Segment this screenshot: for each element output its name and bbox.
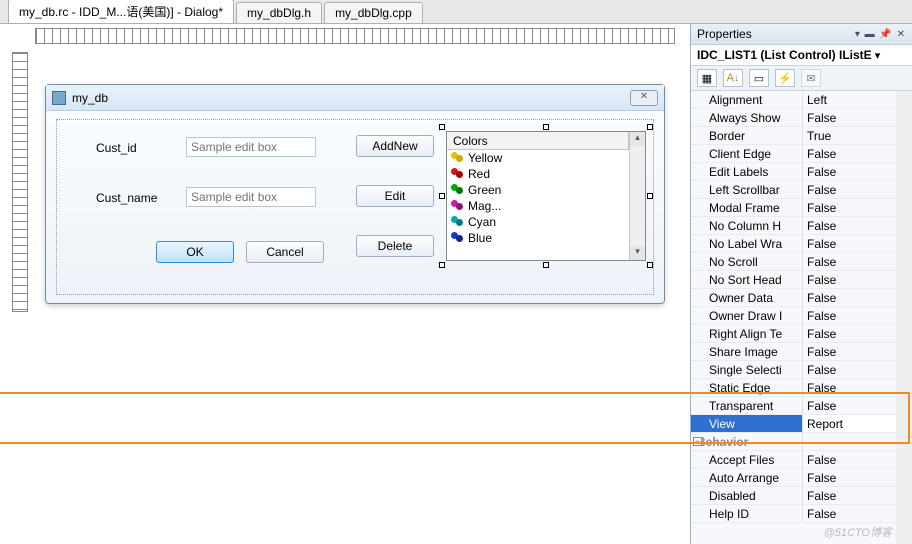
property-name: Alignment: [691, 91, 803, 108]
property-name: Edit Labels: [691, 163, 803, 180]
color-swatch-icon: [451, 232, 465, 244]
property-name: Accept Files: [691, 451, 803, 468]
property-row[interactable]: No Column HFalse: [691, 217, 912, 235]
properties-page-icon[interactable]: ▭: [749, 69, 769, 87]
dialog-titlebar[interactable]: my_db ✕: [46, 85, 664, 111]
list-item[interactable]: Cyan: [447, 214, 629, 230]
dialog-icon: [52, 91, 66, 105]
categorized-icon[interactable]: ▦: [697, 69, 717, 87]
dialog-title-text: my_db: [72, 91, 108, 105]
properties-scrollbar[interactable]: [896, 91, 912, 544]
property-row[interactable]: DisabledFalse: [691, 487, 912, 505]
events-icon[interactable]: ⚡: [775, 69, 795, 87]
property-name: Always Show: [691, 109, 803, 126]
property-name: Right Align Te: [691, 325, 803, 342]
property-row[interactable]: Share ImageFalse: [691, 343, 912, 361]
dialog-close-button[interactable]: ✕: [630, 90, 658, 106]
properties-grid[interactable]: AlignmentLeftAlways ShowFalseBorderTrueC…: [691, 91, 912, 544]
properties-panel: Properties ▾ ▬ 📌 ✕ IDC_LIST1 (List Contr…: [690, 24, 912, 544]
property-name: Client Edge: [691, 145, 803, 162]
properties-title: Properties: [697, 27, 752, 41]
scroll-up-icon[interactable]: ▴: [630, 132, 645, 146]
property-name: No Sort Head: [691, 271, 803, 288]
ok-button[interactable]: OK: [156, 241, 234, 263]
label-cust-id: Cust_id: [96, 141, 137, 155]
property-name: No Scroll: [691, 253, 803, 270]
color-swatch-icon: [451, 184, 465, 196]
list-item[interactable]: Mag...: [447, 198, 629, 214]
property-row[interactable]: Single SelectiFalse: [691, 361, 912, 379]
property-name: No Label Wra: [691, 235, 803, 252]
list-item[interactable]: Green: [447, 182, 629, 198]
label-cust-name: Cust_name: [96, 191, 157, 205]
cancel-button[interactable]: Cancel: [246, 241, 324, 263]
tab-dialog[interactable]: my_db.rc - IDD_M...语(美国)] - Dialog*: [8, 0, 234, 23]
property-name: Auto Arrange: [691, 469, 803, 486]
list-item[interactable]: Yellow: [447, 150, 629, 166]
property-row[interactable]: Accept FilesFalse: [691, 451, 912, 469]
highlight-annotation: [0, 392, 910, 444]
property-row[interactable]: Modal FrameFalse: [691, 199, 912, 217]
property-row[interactable]: Client EdgeFalse: [691, 145, 912, 163]
property-name: Owner Draw I: [691, 307, 803, 324]
property-name: Owner Data: [691, 289, 803, 306]
edit-button[interactable]: Edit: [356, 185, 434, 207]
property-name: No Column H: [691, 217, 803, 234]
delete-button[interactable]: Delete: [356, 235, 434, 257]
list-control[interactable]: Colors Yellow Red Green Mag... Cyan Blue…: [446, 131, 646, 261]
properties-selection-combo[interactable]: IDC_LIST1 (List Control) IListE ▾: [691, 45, 912, 66]
alphabetical-icon[interactable]: A↓: [723, 69, 743, 87]
dialog-window[interactable]: my_db ✕ Cust_id Cust_name AddNew Edit De…: [45, 84, 665, 304]
tab-header-file[interactable]: my_dbDlg.h: [236, 2, 322, 23]
property-name: Share Image: [691, 343, 803, 360]
property-row[interactable]: Auto ArrangeFalse: [691, 469, 912, 487]
property-row[interactable]: No Label WraFalse: [691, 235, 912, 253]
watermark: @51CTO博客: [824, 524, 892, 540]
color-swatch-icon: [451, 168, 465, 180]
property-row[interactable]: Edit LabelsFalse: [691, 163, 912, 181]
property-row[interactable]: No ScrollFalse: [691, 253, 912, 271]
list-header[interactable]: Colors: [447, 132, 629, 150]
ruler-horizontal: [35, 28, 675, 44]
property-name: Border: [691, 127, 803, 144]
document-tabs: my_db.rc - IDD_M...语(美国)] - Dialog* my_d…: [0, 0, 912, 24]
list-scrollbar[interactable]: ▴ ▾: [629, 132, 645, 260]
ruler-vertical: [12, 52, 28, 312]
list-item[interactable]: Red: [447, 166, 629, 182]
property-name: Disabled: [691, 487, 803, 504]
property-name: Single Selecti: [691, 361, 803, 378]
messages-icon[interactable]: ✉: [801, 69, 821, 87]
property-row[interactable]: Always ShowFalse: [691, 109, 912, 127]
property-row[interactable]: No Sort HeadFalse: [691, 271, 912, 289]
addnew-button[interactable]: AddNew: [356, 135, 434, 157]
tab-cpp-file[interactable]: my_dbDlg.cpp: [324, 2, 423, 23]
edit-cust-name[interactable]: [186, 187, 316, 207]
property-name: Left Scrollbar: [691, 181, 803, 198]
color-swatch-icon: [451, 200, 465, 212]
property-row[interactable]: Owner Draw IFalse: [691, 307, 912, 325]
property-row[interactable]: Left ScrollbarFalse: [691, 181, 912, 199]
panel-controls[interactable]: ▾ ▬ 📌 ✕: [855, 29, 906, 40]
edit-cust-id[interactable]: [186, 137, 316, 157]
property-row[interactable]: Owner DataFalse: [691, 289, 912, 307]
property-name: Modal Frame: [691, 199, 803, 216]
dialog-editor-canvas[interactable]: my_db ✕ Cust_id Cust_name AddNew Edit De…: [0, 24, 690, 544]
color-swatch-icon: [451, 216, 465, 228]
property-row[interactable]: BorderTrue: [691, 127, 912, 145]
list-item[interactable]: Blue: [447, 230, 629, 246]
property-name: Help ID: [691, 505, 803, 522]
color-swatch-icon: [451, 152, 465, 164]
scroll-down-icon[interactable]: ▾: [630, 246, 645, 260]
property-row[interactable]: Help IDFalse: [691, 505, 912, 523]
property-row[interactable]: AlignmentLeft: [691, 91, 912, 109]
property-row[interactable]: Right Align TeFalse: [691, 325, 912, 343]
properties-toolbar: ▦ A↓ ▭ ⚡ ✉: [691, 66, 912, 91]
